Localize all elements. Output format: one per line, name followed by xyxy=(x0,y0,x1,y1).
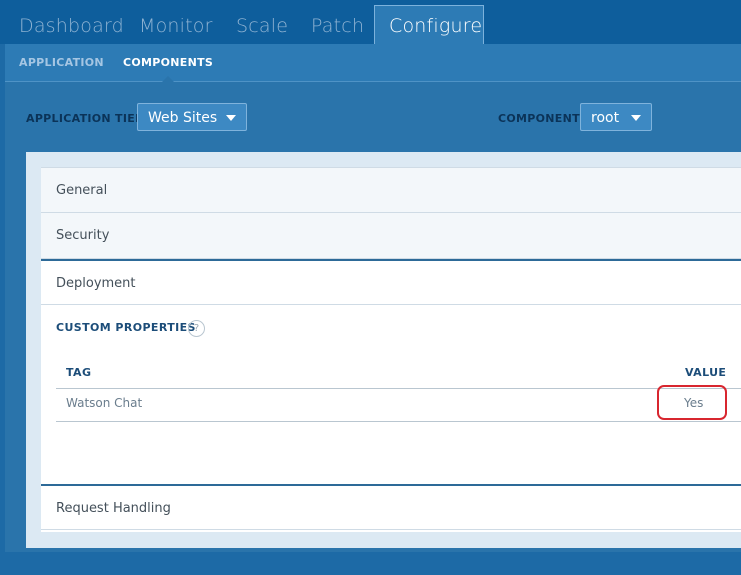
top-nav: Dashboard Monitor Scale Patch Configure xyxy=(0,0,741,44)
value-highlight-box xyxy=(657,385,727,420)
application-tier-label: APPLICATION TIER xyxy=(26,112,144,125)
subtab-application[interactable]: APPLICATION xyxy=(19,56,104,69)
table-header-divider xyxy=(56,388,741,389)
chevron-down-icon xyxy=(226,115,236,121)
tab-configure[interactable]: Configure xyxy=(374,5,484,44)
tab-monitor[interactable]: Monitor xyxy=(139,8,213,44)
help-icon[interactable]: ? xyxy=(188,320,205,337)
tab-dashboard[interactable]: Dashboard xyxy=(19,8,124,44)
tab-patch[interactable]: Patch xyxy=(311,8,364,44)
component-label: COMPONENT xyxy=(498,112,580,125)
custom-properties-title: CUSTOM PROPERTIES xyxy=(56,321,196,334)
section-general[interactable]: General xyxy=(41,167,741,213)
section-request-handling[interactable]: Request Handling xyxy=(41,484,741,530)
property-tag-cell[interactable]: Watson Chat xyxy=(66,396,142,410)
table-row-divider xyxy=(56,421,741,422)
section-security[interactable]: Security xyxy=(41,213,741,259)
tab-scale[interactable]: Scale xyxy=(236,8,288,44)
application-tier-select[interactable]: Web Sites xyxy=(137,103,247,131)
application-tier-value: Web Sites xyxy=(148,110,218,126)
sub-nav: APPLICATION COMPONENTS xyxy=(5,44,741,82)
chevron-down-icon xyxy=(631,115,641,121)
section-deployment[interactable]: Deployment xyxy=(41,259,741,305)
component-select[interactable]: root xyxy=(580,103,652,131)
subtab-components[interactable]: COMPONENTS xyxy=(123,56,213,69)
column-header-tag: TAG xyxy=(66,366,92,379)
configuration-card: General Security Deployment CUSTOM PROPE… xyxy=(41,167,741,532)
column-header-value: VALUE xyxy=(685,366,727,379)
component-value: root xyxy=(591,110,620,126)
